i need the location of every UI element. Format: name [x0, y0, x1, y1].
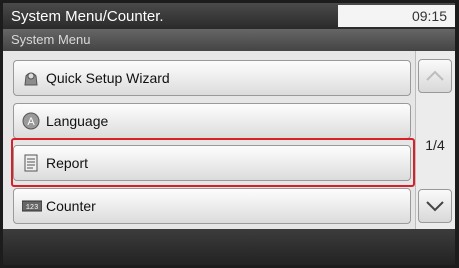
counter-icon: 123	[21, 197, 43, 215]
clock: 09:15	[338, 5, 455, 27]
chevron-up-icon	[419, 70, 451, 96]
menu-item-counter[interactable]: 123 Counter	[13, 188, 411, 224]
subtitle-bar: System Menu	[3, 29, 455, 51]
scroll-down-button[interactable]	[418, 189, 452, 223]
menu-item-label: Language	[46, 113, 109, 129]
scroll-up-button[interactable]	[418, 59, 452, 93]
svg-text:123: 123	[26, 204, 39, 212]
screen-title: System Menu/Counter.	[11, 8, 164, 25]
scroll-panel: 1/4	[415, 51, 455, 229]
bottom-bar	[3, 229, 455, 265]
chevron-down-icon	[419, 201, 451, 226]
breadcrumb: System Menu	[11, 32, 91, 47]
menu-item-label: Counter	[46, 198, 96, 214]
menu-item-label: Quick Setup Wizard	[46, 70, 170, 86]
selection-highlight	[11, 138, 415, 187]
menu-item-quick-setup-wizard[interactable]: Quick Setup Wizard	[13, 60, 411, 96]
language-icon: A	[22, 112, 40, 130]
title-bar: System Menu/Counter. 09:15	[3, 3, 455, 29]
menu-item-language[interactable]: A Language	[13, 103, 411, 139]
device-screen: System Menu/Counter. 09:15 System Menu Q…	[3, 3, 455, 265]
page-indicator: 1/4	[425, 137, 445, 153]
svg-text:A: A	[27, 116, 35, 128]
wizard-icon	[22, 69, 40, 87]
